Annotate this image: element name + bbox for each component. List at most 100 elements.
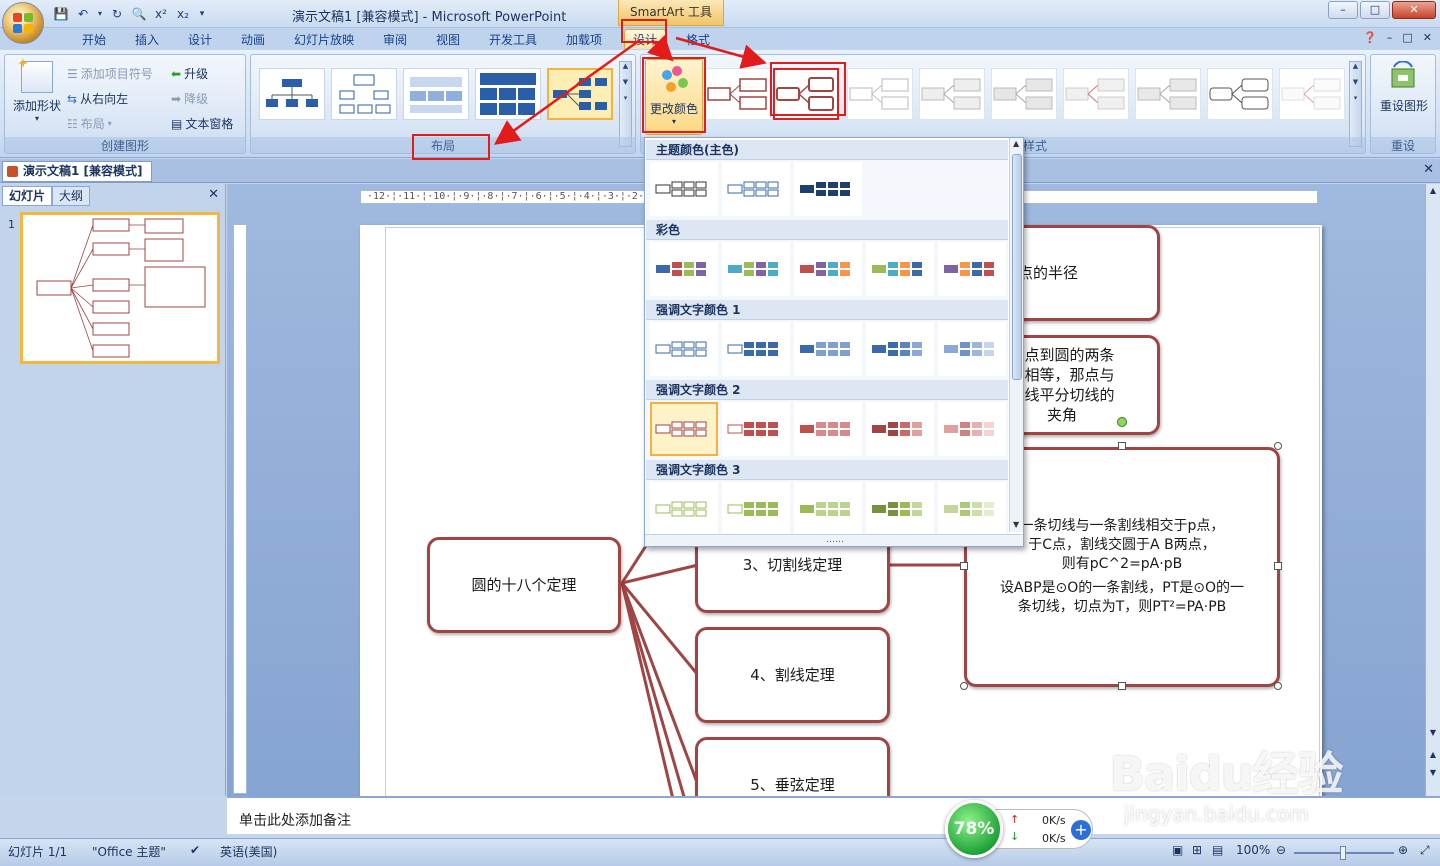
scroll-down-icon[interactable]: ▼	[1427, 728, 1439, 742]
next-slide-icon[interactable]: ▼	[1427, 768, 1439, 782]
tab-design[interactable]: 设计	[188, 31, 212, 48]
redo-icon[interactable]: ↻	[108, 5, 126, 23]
style-thumb-5[interactable]	[991, 68, 1057, 120]
color-swatch[interactable]	[938, 402, 1006, 456]
reset-graphic-button[interactable]: 重设图形	[1375, 60, 1433, 114]
close-icon[interactable]: ✕	[1392, 1, 1436, 19]
tab-slideshow[interactable]: 幻灯片放映	[294, 31, 354, 48]
rotation-handle[interactable]	[1117, 417, 1127, 427]
tab-slides[interactable]: 幻灯片	[2, 186, 53, 206]
color-swatch[interactable]	[722, 162, 790, 216]
layout-thumb-3[interactable]	[403, 68, 469, 120]
tab-smartart-format[interactable]: 格式	[686, 31, 710, 48]
resize-handle-ne[interactable]	[1274, 442, 1282, 450]
add-bullet-button[interactable]: ☰ 添加项目符号	[67, 65, 153, 82]
slide-thumbnail[interactable]	[20, 212, 220, 364]
color-swatch[interactable]	[722, 322, 790, 376]
scroll-up-icon[interactable]: ▲	[1427, 186, 1439, 200]
color-swatch[interactable]	[866, 402, 934, 456]
zoom-out-icon[interactable]: ⊖	[1276, 843, 1286, 857]
office-button[interactable]	[2, 2, 44, 44]
layout-thumb-1[interactable]	[259, 68, 325, 120]
item-node-5[interactable]: 5、垂弦定理	[695, 737, 890, 796]
item-node-4[interactable]: 4、割线定理	[695, 627, 890, 723]
zoom-in-icon[interactable]: ⊕	[1398, 843, 1408, 857]
color-swatch[interactable]	[866, 242, 934, 296]
slideshow-view-icon[interactable]: ▤	[1212, 843, 1223, 857]
color-swatch[interactable]	[794, 322, 862, 376]
doc-close-icon[interactable]: ✕	[1423, 31, 1432, 44]
scroll-up-icon[interactable]: ▲	[1013, 139, 1019, 148]
style-thumb-3[interactable]	[847, 68, 913, 120]
layout-thumb-horizontal-hierarchy[interactable]	[547, 68, 613, 120]
tab-review[interactable]: 审阅	[383, 31, 407, 48]
color-swatch[interactable]	[650, 322, 718, 376]
color-swatch[interactable]	[866, 482, 934, 536]
save-icon[interactable]: 💾	[52, 5, 70, 23]
layout-button[interactable]: ☷ 布局 ▾	[67, 115, 112, 132]
demote-button[interactable]: ➡ 降级	[171, 90, 208, 107]
resize-handle-n[interactable]	[1118, 442, 1126, 450]
root-node[interactable]: 圆的十八个定理	[427, 537, 621, 633]
add-shape-button[interactable]: 添加形状 ▾	[9, 58, 65, 123]
zoom-slider[interactable]	[1294, 846, 1394, 860]
color-swatch-selected[interactable]	[650, 402, 718, 456]
dropdown-scroll-thumb[interactable]	[1012, 154, 1022, 380]
help-icon[interactable]: ❓	[1363, 31, 1377, 44]
tab-addins[interactable]: 加载项	[566, 31, 602, 48]
styles-gallery-scroll[interactable]: ▲ ▼ ▾	[1349, 61, 1362, 147]
memory-usage-badge[interactable]: 78%	[945, 800, 1003, 858]
tab-developer[interactable]: 开发工具	[489, 31, 537, 48]
undo-icon[interactable]: ↶	[74, 5, 92, 23]
superscript-icon[interactable]: x²	[152, 5, 170, 23]
promote-button[interactable]: ⬅ 升级	[171, 65, 208, 82]
slide-sorter-icon[interactable]: ⊞	[1192, 843, 1202, 857]
resize-handle-se[interactable]	[1274, 682, 1282, 690]
right-to-left-button[interactable]: ⇆ 从右向左	[67, 90, 128, 107]
style-thumb-9[interactable]	[1279, 68, 1345, 120]
dropdown-icon[interactable]: ▾	[96, 5, 104, 23]
color-swatch[interactable]	[794, 482, 862, 536]
dropdown-resize-grip[interactable]: ……	[645, 534, 1023, 546]
layout-thumb-2[interactable]	[331, 68, 397, 120]
minimize-icon[interactable]: –	[1328, 1, 1358, 19]
resize-handle-s[interactable]	[1118, 682, 1126, 690]
close-document-icon[interactable]: ✕	[1423, 162, 1434, 177]
resize-handle-sw[interactable]	[960, 682, 968, 690]
tab-home[interactable]: 开始	[82, 31, 106, 48]
resize-handle-w[interactable]	[960, 562, 968, 570]
color-swatch[interactable]	[722, 482, 790, 536]
accelerate-plus-icon[interactable]: +	[1071, 820, 1091, 840]
color-swatch[interactable]	[650, 242, 718, 296]
close-pane-icon[interactable]: ✕	[208, 187, 219, 202]
color-swatch[interactable]	[866, 322, 934, 376]
color-swatch[interactable]	[938, 322, 1006, 376]
color-swatch[interactable]	[794, 402, 862, 456]
tab-animations[interactable]: 动画	[241, 31, 265, 48]
tab-insert[interactable]: 插入	[135, 31, 159, 48]
layouts-gallery-scroll[interactable]: ▲ ▼ ▾	[619, 61, 632, 147]
restore-icon[interactable]: □	[1360, 1, 1390, 19]
style-thumb-8[interactable]	[1207, 68, 1273, 120]
color-swatch[interactable]	[938, 242, 1006, 296]
style-thumb-4[interactable]	[919, 68, 985, 120]
doc-restore-icon[interactable]: □	[1402, 31, 1412, 44]
print-preview-icon[interactable]: 🔍	[130, 5, 148, 23]
color-swatch[interactable]	[650, 482, 718, 536]
customize-qat-icon[interactable]: ▾	[196, 5, 208, 23]
tab-view[interactable]: 视图	[436, 31, 460, 48]
dropdown-scrollbar[interactable]: ▲ ▼	[1009, 138, 1023, 532]
color-swatch[interactable]	[722, 242, 790, 296]
style-thumb-1[interactable]	[705, 68, 771, 120]
color-swatch[interactable]	[722, 402, 790, 456]
network-speed-widget[interactable]: ↑ ↓ 0K/s 0K/s 78% +	[945, 800, 1100, 858]
doc-minimize-icon[interactable]: –	[1387, 31, 1393, 44]
color-swatch[interactable]	[938, 482, 1006, 536]
document-tab[interactable]: 演示文稿1 [兼容模式]	[2, 161, 152, 182]
resize-handle-e[interactable]	[1274, 562, 1282, 570]
style-thumb-6[interactable]	[1063, 68, 1129, 120]
subscript-icon[interactable]: x₂	[174, 5, 192, 23]
fit-slide-icon[interactable]: ⤢	[1420, 843, 1430, 858]
color-swatch[interactable]	[650, 162, 718, 216]
zoom-slider-thumb[interactable]	[1340, 846, 1346, 860]
